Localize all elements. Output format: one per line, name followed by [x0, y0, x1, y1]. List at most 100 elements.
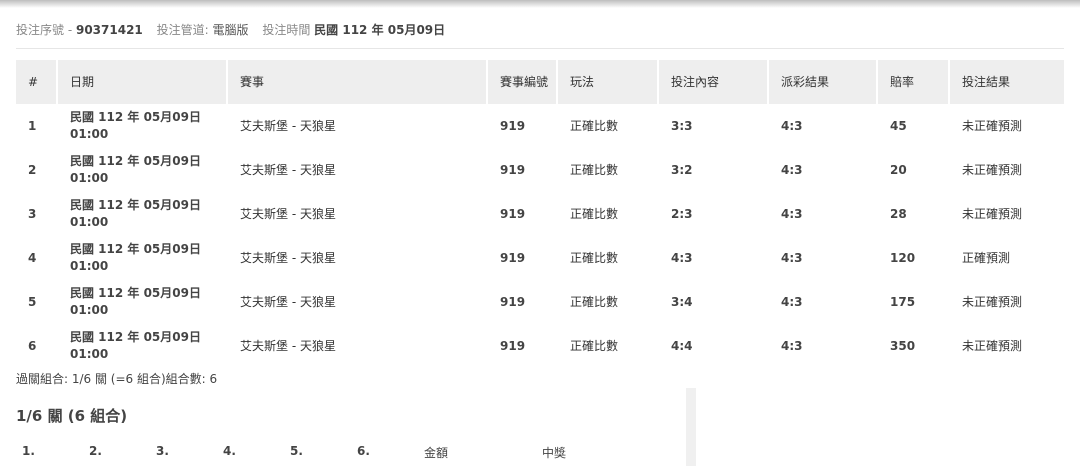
col-header-match: 賽事	[227, 60, 488, 104]
serial-label: 投注序號 -	[16, 23, 73, 37]
combo-header-amount: 金額	[424, 446, 449, 460]
parlay-summary: 過關組合: 1/6 關 (=6 組合)組合數: 6	[16, 372, 218, 386]
time-value: 民國 112 年 05月09日	[314, 23, 446, 37]
row-odds: 20	[877, 148, 950, 192]
combo-section-title: 1/6 關 (6 組合)	[16, 407, 128, 425]
row-match: 艾夫斯堡 - 天狼星	[227, 280, 488, 324]
top-shadow	[0, 0, 1080, 8]
row-match: 艾夫斯堡 - 天狼星	[227, 324, 488, 368]
row-date-day: 民國 112 年 05月09日	[70, 330, 201, 344]
meta-divider	[16, 48, 1064, 49]
row-num: 5	[16, 280, 58, 324]
row-odds: 350	[877, 324, 950, 368]
row-bet: 3:4	[658, 280, 769, 324]
channel-label: 投注管道:	[156, 23, 209, 37]
bet-meta: 投注序號 - 90371421 投注管道: 電腦版 投注時間 民國 112 年 …	[16, 21, 445, 38]
row-payout: 4:3	[768, 104, 878, 148]
row-result: 未正確預測	[949, 192, 1066, 236]
row-date: 民國 112 年 05月09日 01:00	[57, 324, 228, 368]
row-match: 艾夫斯堡 - 天狼星	[227, 148, 488, 192]
row-play: 正確比數	[557, 324, 659, 368]
row-date-day: 民國 112 年 05月09日	[70, 242, 201, 256]
bet-table: # 日期 賽事 賽事編號 玩法 投注內容 派彩結果 賠率 投注結果 1 民國 1…	[16, 60, 1066, 368]
row-date-time: 01:00	[70, 347, 109, 361]
row-date-day: 民國 112 年 05月09日	[70, 154, 201, 168]
row-bet: 2:3	[658, 192, 769, 236]
row-match: 艾夫斯堡 - 天狼星	[227, 104, 488, 148]
col-header-odds: 賠率	[877, 60, 950, 104]
combo-header-6: 6.	[357, 444, 370, 458]
vertical-divider	[686, 388, 696, 466]
row-date-time: 01:00	[70, 215, 109, 229]
table-row: 5 民國 112 年 05月09日 01:00 艾夫斯堡 - 天狼星 919 正確…	[16, 280, 1066, 324]
table-header-row: # 日期 賽事 賽事編號 玩法 投注內容 派彩結果 賠率 投注結果	[16, 60, 1066, 104]
table-row: 6 民國 112 年 05月09日 01:00 艾夫斯堡 - 天狼星 919 正確…	[16, 324, 1066, 368]
col-header-bet: 投注內容	[658, 60, 769, 104]
combo-header-2: 2.	[89, 444, 102, 458]
row-match-no: 919	[487, 104, 558, 148]
row-num: 3	[16, 192, 58, 236]
col-header-date: 日期	[57, 60, 228, 104]
row-match-no: 919	[487, 148, 558, 192]
row-play: 正確比數	[557, 104, 659, 148]
row-match-no: 919	[487, 192, 558, 236]
table-row: 4 民國 112 年 05月09日 01:00 艾夫斯堡 - 天狼星 919 正確…	[16, 236, 1066, 280]
row-date-time: 01:00	[70, 171, 109, 185]
row-payout: 4:3	[768, 148, 878, 192]
row-bet: 3:3	[658, 104, 769, 148]
row-date-time: 01:00	[70, 259, 109, 273]
row-result: 未正確預測	[949, 104, 1066, 148]
row-num: 2	[16, 148, 58, 192]
serial-value: 90371421	[75, 23, 143, 37]
col-header-play: 玩法	[557, 60, 659, 104]
combo-header-row: 1. 2. 3. 4. 5. 6. 金額 中獎	[0, 444, 686, 460]
row-date: 民國 112 年 05月09日 01:00	[57, 236, 228, 280]
col-header-payout: 派彩結果	[768, 60, 878, 104]
combo-header-4: 4.	[223, 444, 236, 458]
row-odds: 175	[877, 280, 950, 324]
row-date-day: 民國 112 年 05月09日	[70, 198, 201, 212]
col-header-match-no: 賽事編號	[487, 60, 558, 104]
row-result: 未正確預測	[949, 280, 1066, 324]
row-date: 民國 112 年 05月09日 01:00	[57, 148, 228, 192]
row-payout: 4:3	[768, 192, 878, 236]
row-date-time: 01:00	[70, 303, 109, 317]
combo-header-win: 中獎	[542, 446, 567, 460]
table-row: 2 民國 112 年 05月09日 01:00 艾夫斯堡 - 天狼星 919 正確…	[16, 148, 1066, 192]
row-match: 艾夫斯堡 - 天狼星	[227, 236, 488, 280]
row-payout: 4:3	[768, 236, 878, 280]
row-match: 艾夫斯堡 - 天狼星	[227, 192, 488, 236]
row-bet: 4:3	[658, 236, 769, 280]
row-match-no: 919	[487, 236, 558, 280]
row-odds: 120	[877, 236, 950, 280]
row-odds: 45	[877, 104, 950, 148]
row-payout: 4:3	[768, 280, 878, 324]
row-result: 未正確預測	[949, 324, 1066, 368]
row-play: 正確比數	[557, 236, 659, 280]
row-payout: 4:3	[768, 324, 878, 368]
combo-header-5: 5.	[290, 444, 303, 458]
col-header-num: #	[16, 60, 58, 104]
combo-header-3: 3.	[156, 444, 169, 458]
row-odds: 28	[877, 192, 950, 236]
row-match-no: 919	[487, 324, 558, 368]
col-header-result: 投注結果	[949, 60, 1066, 104]
table-row: 3 民國 112 年 05月09日 01:00 艾夫斯堡 - 天狼星 919 正確…	[16, 192, 1066, 236]
row-num: 4	[16, 236, 58, 280]
row-date: 民國 112 年 05月09日 01:00	[57, 192, 228, 236]
row-date-day: 民國 112 年 05月09日	[70, 286, 201, 300]
row-play: 正確比數	[557, 192, 659, 236]
row-result: 未正確預測	[949, 148, 1066, 192]
channel-value: 電腦版	[212, 23, 249, 37]
row-bet: 4:4	[658, 324, 769, 368]
row-date-day: 民國 112 年 05月09日	[70, 110, 201, 124]
row-bet: 3:2	[658, 148, 769, 192]
row-match-no: 919	[487, 280, 558, 324]
row-date: 民國 112 年 05月09日 01:00	[57, 280, 228, 324]
row-date-time: 01:00	[70, 127, 109, 141]
row-num: 6	[16, 324, 58, 368]
row-num: 1	[16, 104, 58, 148]
time-label: 投注時間	[262, 23, 311, 37]
row-play: 正確比數	[557, 280, 659, 324]
combo-header-1: 1.	[22, 444, 35, 458]
